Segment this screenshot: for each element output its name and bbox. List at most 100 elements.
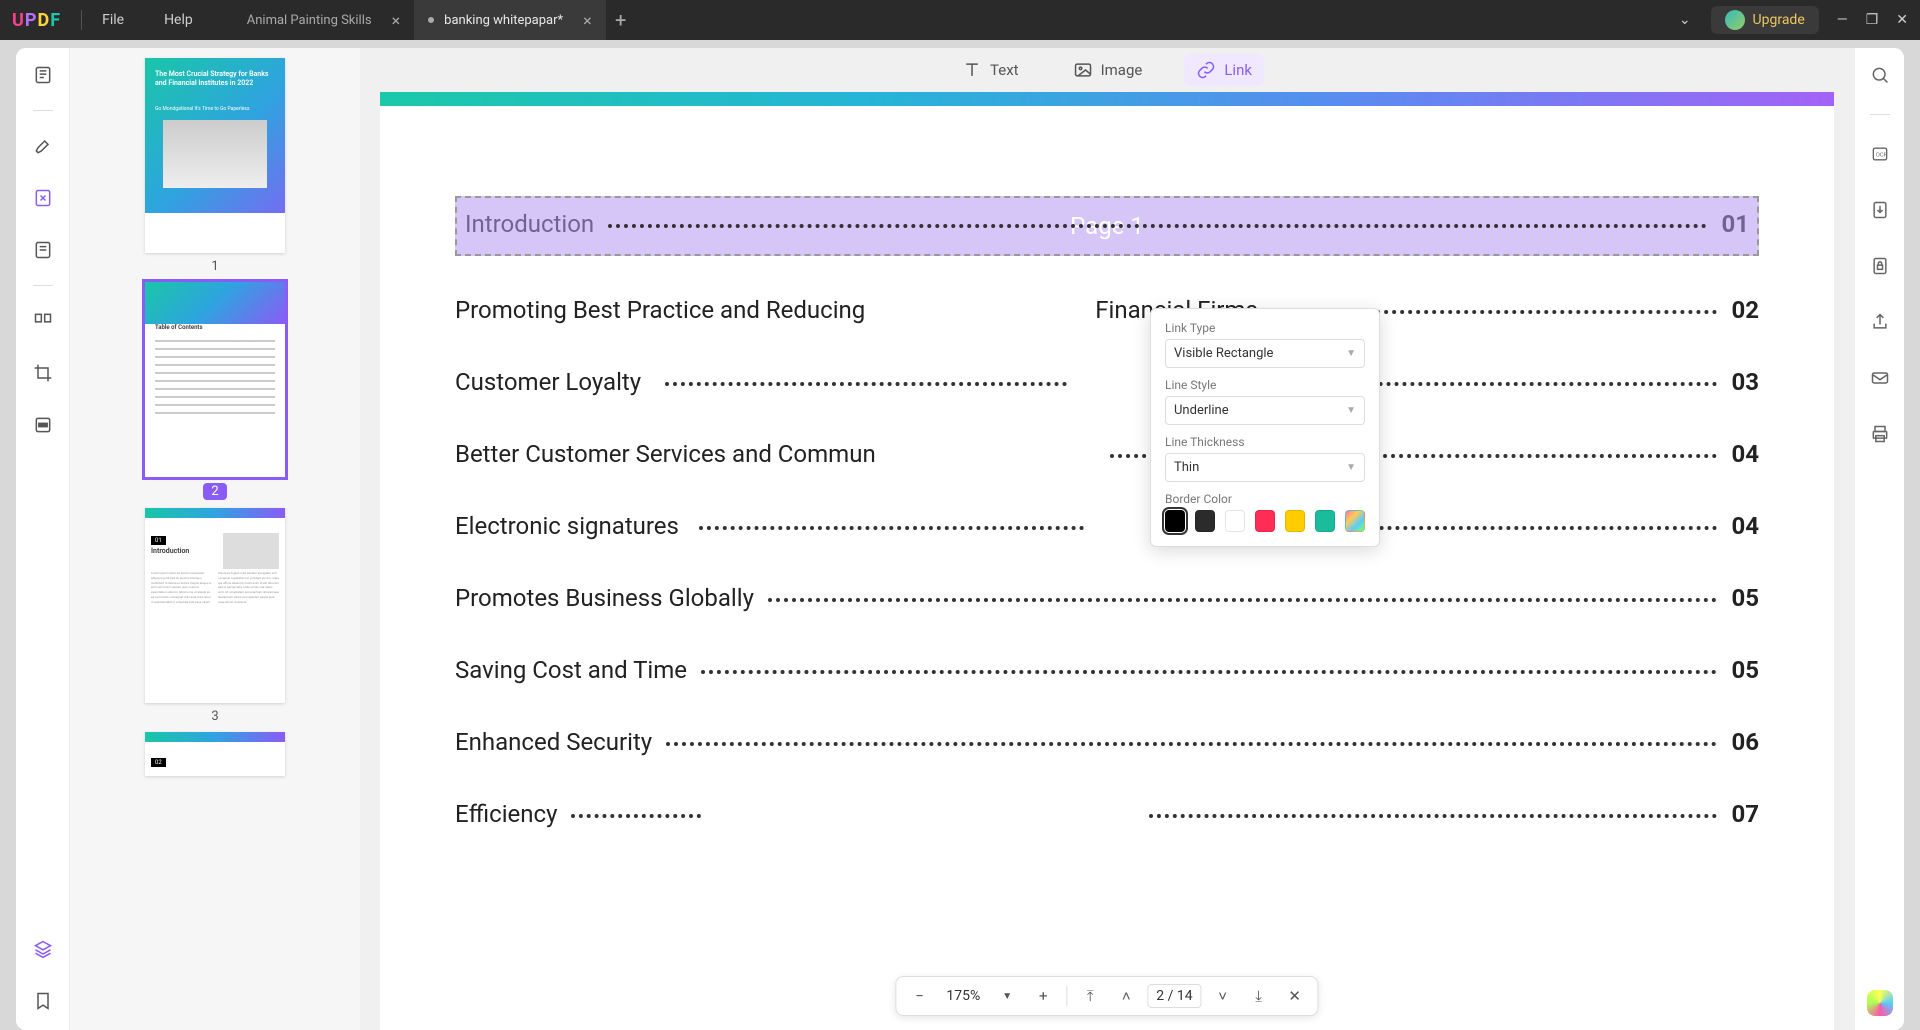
crop-icon[interactable] <box>26 356 60 390</box>
chevron-down-icon: ▼ <box>1346 348 1356 359</box>
separator <box>1066 986 1067 1006</box>
tool-link[interactable]: Link <box>1184 54 1264 86</box>
thumbnail-page-2[interactable]: Table of Contents <box>145 282 285 477</box>
unsaved-dot-icon <box>428 17 434 23</box>
color-swatch-red[interactable] <box>1255 510 1275 532</box>
toc-leader <box>666 742 1717 746</box>
toc-row[interactable]: Better Customer Services and Commun 04 <box>455 440 1759 468</box>
toc-leader <box>608 224 1707 228</box>
select-value: Visible Rectangle <box>1174 346 1273 361</box>
tool-text[interactable]: Text <box>950 54 1031 86</box>
page-header-strip <box>380 92 1834 106</box>
page-nav-bar: − 175% ▼ + ⤒ ˄ 2 / 14 ˅ ⤓ ✕ <box>895 976 1318 1016</box>
prev-page-button[interactable]: ˄ <box>1111 981 1141 1011</box>
separator <box>1870 114 1890 115</box>
toc-row[interactable]: Enhanced Security 06 <box>455 728 1759 756</box>
toc-row[interactable]: Efficiency 07 <box>455 800 1759 828</box>
layers-icon[interactable] <box>26 932 60 966</box>
separator <box>33 110 53 111</box>
close-icon[interactable]: × <box>392 11 401 30</box>
chevron-down-icon: ▼ <box>1346 462 1356 473</box>
toc-page-num: 05 <box>1731 656 1759 684</box>
color-swatch-white[interactable] <box>1225 510 1245 532</box>
protect-icon[interactable] <box>1863 249 1897 283</box>
share-icon[interactable] <box>1863 305 1897 339</box>
link-type-select[interactable]: Visible Rectangle ▼ <box>1165 339 1365 368</box>
toc-leader <box>571 814 701 818</box>
thumb-subtitle: Go Mondgational It's Time to Go Paperles… <box>155 106 250 112</box>
zoom-level[interactable]: 175% <box>940 988 986 1004</box>
tab-inactive[interactable]: Animal Painting Skills × <box>233 0 414 40</box>
color-swatch-black[interactable] <box>1165 510 1185 532</box>
bookmark-icon[interactable] <box>26 984 60 1018</box>
last-page-button[interactable]: ⤓ <box>1244 981 1274 1011</box>
menu-help[interactable]: Help <box>164 12 193 28</box>
line-style-label: Line Style <box>1165 378 1365 392</box>
toc-row[interactable]: Electronic signatures 04 <box>455 512 1759 540</box>
tab-label: banking whitepapar* <box>444 13 563 28</box>
zoom-out-button[interactable]: − <box>904 981 934 1011</box>
upgrade-button[interactable]: Upgrade <box>1711 6 1819 34</box>
page-canvas[interactable]: Page 1 Introduction 01 Promoting Best Pr… <box>380 92 1834 1030</box>
new-tab-button[interactable]: + <box>606 8 636 32</box>
thumbnail-page-4[interactable]: 02 <box>145 732 285 776</box>
toc-row[interactable]: Promotes Business Globally 05 <box>455 584 1759 612</box>
total-pages: 14 <box>1177 988 1193 1004</box>
ai-assistant-icon[interactable] <box>1867 990 1893 1016</box>
first-page-button[interactable]: ⤒ <box>1075 981 1105 1011</box>
line-style-select[interactable]: Underline ▼ <box>1165 396 1365 425</box>
convert-icon[interactable] <box>1863 193 1897 227</box>
edit-icon[interactable] <box>26 181 60 215</box>
search-icon[interactable] <box>1863 58 1897 92</box>
close-nav-button[interactable]: ✕ <box>1280 981 1310 1011</box>
document-viewport[interactable]: Text Image Link Page 1 <box>360 48 1854 1030</box>
reader-mode-icon[interactable] <box>26 58 60 92</box>
minimize-button[interactable]: — <box>1837 12 1848 28</box>
line-thickness-select[interactable]: Thin ▼ <box>1165 453 1365 482</box>
toc-row[interactable]: Customer Loyalty 03 <box>455 368 1759 396</box>
thumbnail-panel[interactable]: The Most Crucial Strategy for Banks and … <box>70 48 360 1030</box>
tool-label: Text <box>990 61 1019 79</box>
zoom-in-button[interactable]: + <box>1028 981 1058 1011</box>
page-indicator[interactable]: 2 / 14 <box>1147 984 1201 1008</box>
toc-leader <box>1149 814 1717 818</box>
organize-icon[interactable] <box>26 304 60 338</box>
upgrade-label: Upgrade <box>1753 12 1805 28</box>
ocr-icon[interactable]: OCR <box>1863 137 1897 171</box>
thumbnail-page-3[interactable]: 01 Introduction Lorem ipsum dolor sit am… <box>145 508 285 703</box>
highlight-icon[interactable] <box>26 129 60 163</box>
color-swatch-custom[interactable] <box>1345 510 1365 532</box>
redact-icon[interactable] <box>26 408 60 442</box>
chevron-down-icon[interactable]: ⌄ <box>1679 12 1691 28</box>
thumb-badge: 01 <box>151 536 166 545</box>
tab-active[interactable]: banking whitepapar* × <box>414 0 606 40</box>
tool-image[interactable]: Image <box>1061 54 1155 86</box>
close-window-button[interactable]: ✕ <box>1896 12 1908 28</box>
svg-text:OCR: OCR <box>1875 153 1887 159</box>
close-icon[interactable]: × <box>583 11 592 30</box>
toc-page-num: 02 <box>1731 296 1759 324</box>
toc-page-num: 04 <box>1731 440 1759 468</box>
color-swatch-yellow[interactable] <box>1285 510 1305 532</box>
toc-row[interactable]: Saving Cost and Time 05 <box>455 656 1759 684</box>
toc-row[interactable]: Promoting Best Practice and Reducing Fin… <box>455 296 1759 324</box>
select-value: Underline <box>1174 403 1229 418</box>
color-swatch-teal[interactable] <box>1315 510 1335 532</box>
tool-label: Link <box>1224 61 1252 79</box>
maximize-button[interactable]: ❐ <box>1866 12 1879 28</box>
thumbnail-page-1[interactable]: The Most Crucial Strategy for Banks and … <box>145 58 285 253</box>
page-sep: / <box>1168 988 1174 1004</box>
toc-title: Promoting Best Practice and Reducing <box>455 296 865 324</box>
form-icon[interactable] <box>26 233 60 267</box>
color-swatch-dark[interactable] <box>1195 510 1215 532</box>
print-icon[interactable] <box>1863 417 1897 451</box>
separator <box>33 285 53 286</box>
menu-file[interactable]: File <box>102 12 124 28</box>
email-icon[interactable] <box>1863 361 1897 395</box>
toc-page-num: 07 <box>1731 800 1759 828</box>
toc-page-num: 06 <box>1731 728 1759 756</box>
toc-title: Saving Cost and Time <box>455 656 687 684</box>
toc-leader <box>701 670 1717 674</box>
next-page-button[interactable]: ˅ <box>1208 981 1238 1011</box>
zoom-dropdown-icon[interactable]: ▼ <box>992 981 1022 1011</box>
